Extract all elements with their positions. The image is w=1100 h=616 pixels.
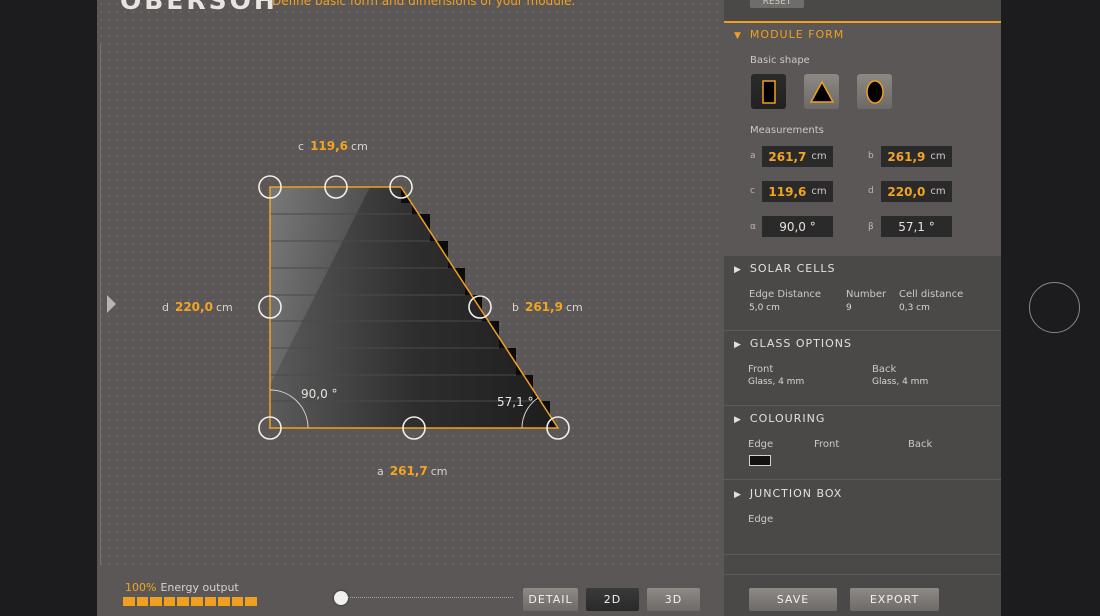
number-label: Number [846,289,887,300]
field-beta-label: β [868,222,874,232]
beta-angle-label: 57,1 ° [497,395,534,409]
app-root: OBERSOH Define basic form and dimensions… [0,0,1100,616]
edge-distance-value: 5,0 cm [749,303,780,313]
alpha-angle-label: 90,0 ° [301,387,338,401]
number-value: 9 [846,303,852,313]
triangle-right-icon: ▶ [734,415,742,425]
module-form-header[interactable]: ▼ MODULE FORM [734,28,844,41]
field-alpha-label: α [750,222,756,232]
dimension-b: b 261,9 cm [512,300,583,314]
rectangle-icon [761,79,776,104]
cell-distance-label: Cell distance [899,289,964,300]
triangle-down-icon: ▼ [734,31,742,41]
field-beta-input[interactable]: 57,1 ° [881,216,952,237]
colouring-header[interactable]: ▶ COLOURING [734,412,825,425]
ellipse-icon [865,79,884,104]
detail-button[interactable]: DETAIL [523,588,578,611]
field-alpha-input[interactable]: 90,0 ° [762,216,833,237]
triangle-icon [809,79,834,103]
field-d-input[interactable]: 220,0 cm [881,181,952,202]
glass-back-label: Back [872,364,897,375]
shape-ellipse-button[interactable] [857,74,892,109]
dimension-a-value: 261,7 [389,464,428,478]
reset-button[interactable]: RESET [750,0,804,8]
field-d-label: d [868,186,874,196]
view-3d-button[interactable]: 3D [647,588,700,611]
energy-output-label: 100% Energy output [125,581,239,594]
energy-output-bar [123,597,257,606]
section-divider [724,554,1001,555]
field-a-input[interactable]: 261,7 cm [762,146,833,167]
dimension-d-value: 220,0 [174,300,213,314]
dimension-c-value: 119,6 [310,139,349,153]
shape-rectangle-button[interactable] [751,74,786,109]
section-divider [724,479,1001,480]
view-2d-button[interactable]: 2D [586,588,639,611]
measurements-label: Measurements [750,125,824,136]
field-a-label: a [750,151,756,161]
field-c-label: c [750,186,755,196]
dimension-d: d 220,0 cm [162,300,233,314]
junction-box-header[interactable]: ▶ JUNCTION BOX [734,487,842,500]
colouring-front-label: Front [814,439,840,450]
zoom-slider-track[interactable] [341,597,513,598]
glass-front-label: Front [748,364,774,375]
dimension-c: c 119,6 cm [298,139,368,153]
shape-triangle-button[interactable] [804,74,839,109]
glass-back-value: Glass, 4 mm [872,377,929,387]
dimension-b-value: 261,9 [524,300,563,314]
field-b-label: b [868,151,874,161]
junction-edge-label: Edge [748,514,774,525]
zoom-slider-handle[interactable] [334,591,348,605]
assistive-touch-ring[interactable] [1029,282,1080,333]
colouring-back-label: Back [908,439,933,450]
field-c-input[interactable]: 119,6 cm [762,181,833,202]
cell-distance-value: 0,3 cm [899,303,930,313]
export-button[interactable]: EXPORT [850,588,939,611]
dimension-a: a 261,7 cm [377,464,448,478]
triangle-right-icon: ▶ [734,265,742,275]
edge-color-swatch[interactable] [749,455,771,466]
glass-front-value: Glass, 4 mm [748,377,805,387]
triangle-right-icon: ▶ [734,340,742,350]
save-button[interactable]: SAVE [749,588,837,611]
energy-output-percent: 100% [125,581,157,594]
glass-options-header[interactable]: ▶ GLASS OPTIONS [734,337,852,350]
basic-shape-label: Basic shape [750,55,810,66]
field-b-input[interactable]: 261,9 cm [881,146,952,167]
triangle-right-icon: ▶ [734,490,742,500]
section-divider [724,330,1001,331]
section-divider [724,405,1001,406]
solar-cells-header[interactable]: ▶ SOLAR CELLS [734,262,835,275]
colouring-edge-label: Edge [748,439,774,450]
edge-distance-label: Edge Distance [749,289,822,300]
